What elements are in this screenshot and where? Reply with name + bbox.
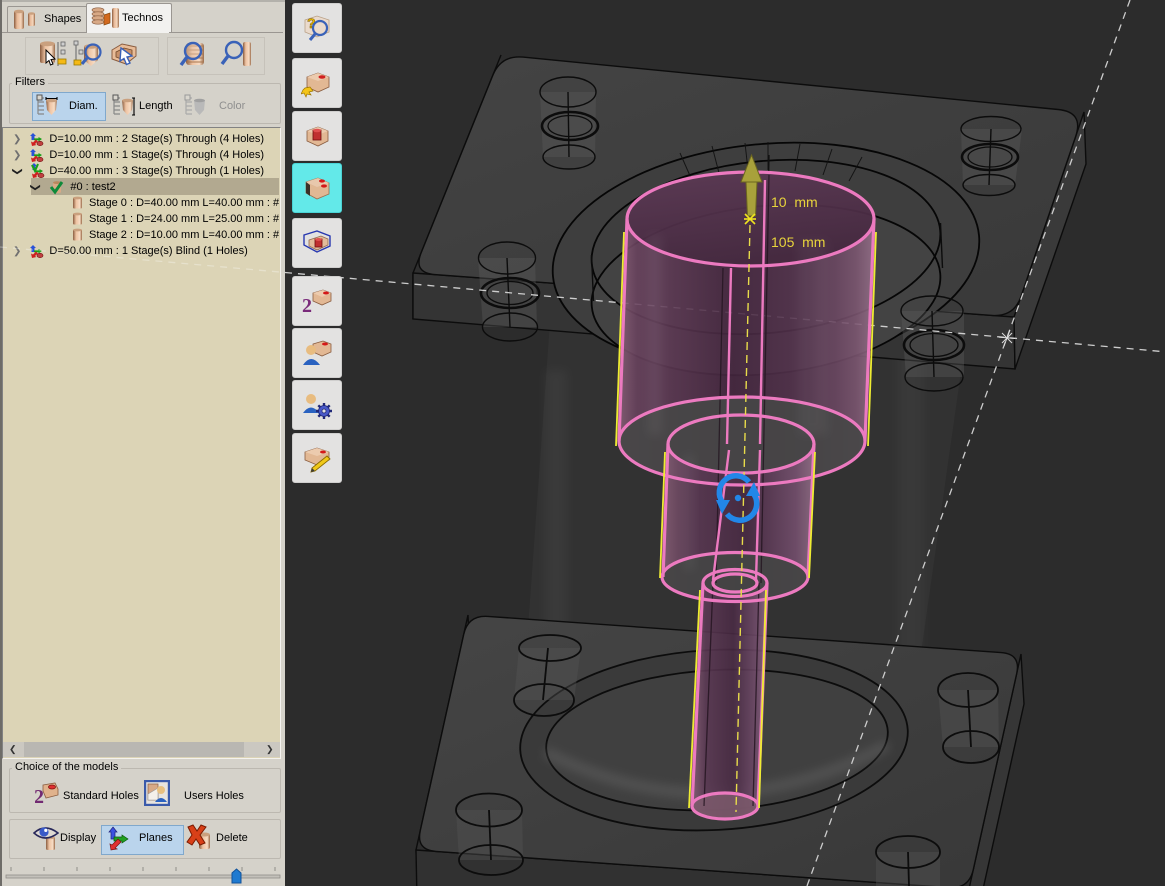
svg-text:105 mm: 105 mm: [771, 234, 825, 250]
svg-text:10 mm: 10 mm: [771, 194, 818, 210]
svg-text:2: 2: [35, 786, 44, 804]
svg-text:2: 2: [302, 295, 312, 317]
